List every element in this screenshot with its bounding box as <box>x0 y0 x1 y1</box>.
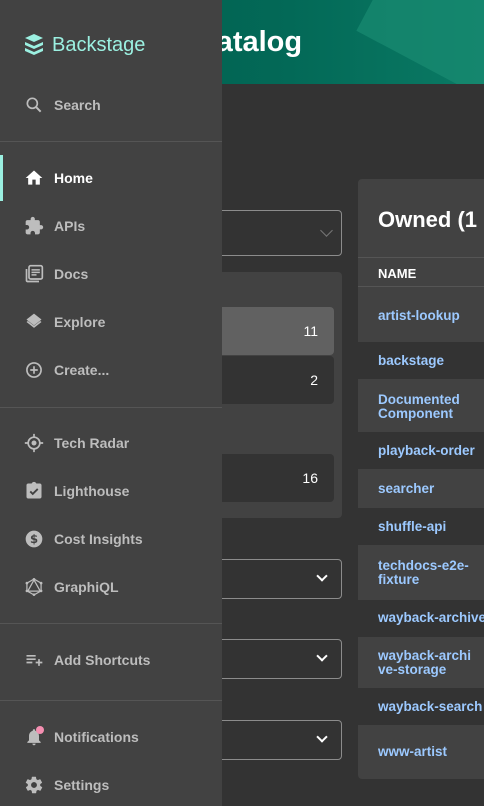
sidebar-item-label: Tech Radar <box>54 435 130 451</box>
table-title: Owned (1 <box>378 207 478 232</box>
sidebar-item-label: APIs <box>54 218 86 234</box>
table-row: backstage <box>358 342 484 379</box>
entity-link[interactable]: techdocs-e2e-fixture <box>378 559 478 587</box>
sidebar-item-label: Lighthouse <box>54 483 130 499</box>
sidebar-item-cost-insights[interactable]: $ Cost Insights <box>0 516 222 562</box>
sidebar-item-label: Home <box>54 170 93 186</box>
table-row: wayback-search <box>358 688 484 725</box>
sidebar-search[interactable]: Search <box>0 82 222 128</box>
column-header-name[interactable]: NAME <box>358 257 484 287</box>
notification-badge <box>36 726 44 734</box>
layers-icon <box>26 313 42 328</box>
home-icon <box>25 170 43 185</box>
sidebar-item-label: Docs <box>54 266 89 282</box>
table-row: Documented Component <box>358 379 484 432</box>
starred-count: 2 <box>310 372 318 388</box>
table-row: searcher <box>358 469 484 508</box>
sidebar-item-create[interactable]: Create... <box>0 347 222 393</box>
money-icon: $ <box>25 530 43 548</box>
sidebar-item-apis[interactable]: APIs <box>0 203 222 249</box>
logo-text: Backstage <box>52 33 146 56</box>
sidebar-item-graphiql[interactable]: GraphiQL <box>0 564 222 610</box>
entity-link[interactable]: playback-order <box>378 444 475 458</box>
sidebar-item-label: Create... <box>54 362 110 378</box>
table-row: wayback-archive-storage <box>358 637 484 688</box>
sidebar-item-notifications[interactable]: Notifications <box>0 714 222 760</box>
entity-table: Owned (1 NAME artist-lookup backstage Do… <box>358 179 484 779</box>
chevron-down-icon <box>316 650 328 662</box>
table-row: artist-lookup <box>358 287 484 342</box>
add-shortcuts-label: Add Shortcuts <box>54 652 151 668</box>
table-row: shuffle-api <box>358 508 484 545</box>
puzzle-icon <box>25 216 44 235</box>
column-name-label: NAME <box>378 266 417 281</box>
divider <box>0 141 222 142</box>
entity-link[interactable]: www-artist <box>378 745 447 759</box>
sidebar-item-docs[interactable]: Docs <box>0 251 222 297</box>
sidebar-item-settings[interactable]: Settings <box>0 762 222 806</box>
header-decoration <box>356 0 484 84</box>
all-count: 16 <box>302 470 318 486</box>
entity-link[interactable]: wayback-archive <box>378 611 484 625</box>
sidebar-item-label: GraphiQL <box>54 579 119 595</box>
sidebar-item-label: Cost Insights <box>54 531 143 547</box>
entity-link[interactable]: backstage <box>378 354 444 368</box>
graphql-icon <box>25 578 43 596</box>
playlist-add-icon <box>26 655 43 666</box>
sidebar-item-home[interactable]: Home <box>0 155 222 201</box>
sidebar-item-label: Settings <box>54 777 110 793</box>
search-icon <box>26 97 42 113</box>
backstage-logo-icon <box>25 34 43 55</box>
entity-link[interactable]: Documented Component <box>378 393 478 421</box>
docs-icon <box>25 264 44 283</box>
owned-count: 11 <box>303 323 318 339</box>
sidebar-item-label: Notifications <box>54 729 139 745</box>
sidebar-item-explore[interactable]: Explore <box>0 299 222 345</box>
table-row: playback-order <box>358 432 484 469</box>
divider <box>0 623 222 624</box>
chevron-down-icon <box>320 224 333 237</box>
entity-link[interactable]: artist-lookup <box>378 309 460 323</box>
clipboard-check-icon <box>26 481 42 499</box>
entity-link[interactable]: wayback-search <box>378 700 482 714</box>
add-circle-icon <box>26 362 42 378</box>
table-row: techdocs-e2e-fixture <box>358 545 484 600</box>
sidebar-search-label: Search <box>54 97 101 113</box>
sidebar-item-lighthouse[interactable]: Lighthouse <box>0 468 222 514</box>
entity-link[interactable]: wayback-archive-storage <box>378 649 478 677</box>
radar-icon <box>24 433 44 453</box>
logo[interactable]: Backstage <box>22 30 145 60</box>
sidebar: Backstage Search Home APIs Docs Explore … <box>0 0 222 806</box>
table-row: www-artist <box>358 725 484 779</box>
entity-link[interactable]: shuffle-api <box>378 520 446 534</box>
sidebar-item-tech-radar[interactable]: Tech Radar <box>0 420 222 466</box>
gear-icon <box>25 776 43 794</box>
divider <box>0 407 222 408</box>
divider <box>0 700 222 701</box>
chevron-down-icon <box>316 731 328 743</box>
entity-link[interactable]: searcher <box>378 482 434 496</box>
chevron-down-icon <box>316 570 328 582</box>
add-shortcuts-button[interactable]: Add Shortcuts <box>0 637 222 683</box>
table-row: wayback-archive <box>358 600 484 637</box>
sidebar-item-label: Explore <box>54 314 106 330</box>
svg-text:$: $ <box>30 532 38 546</box>
